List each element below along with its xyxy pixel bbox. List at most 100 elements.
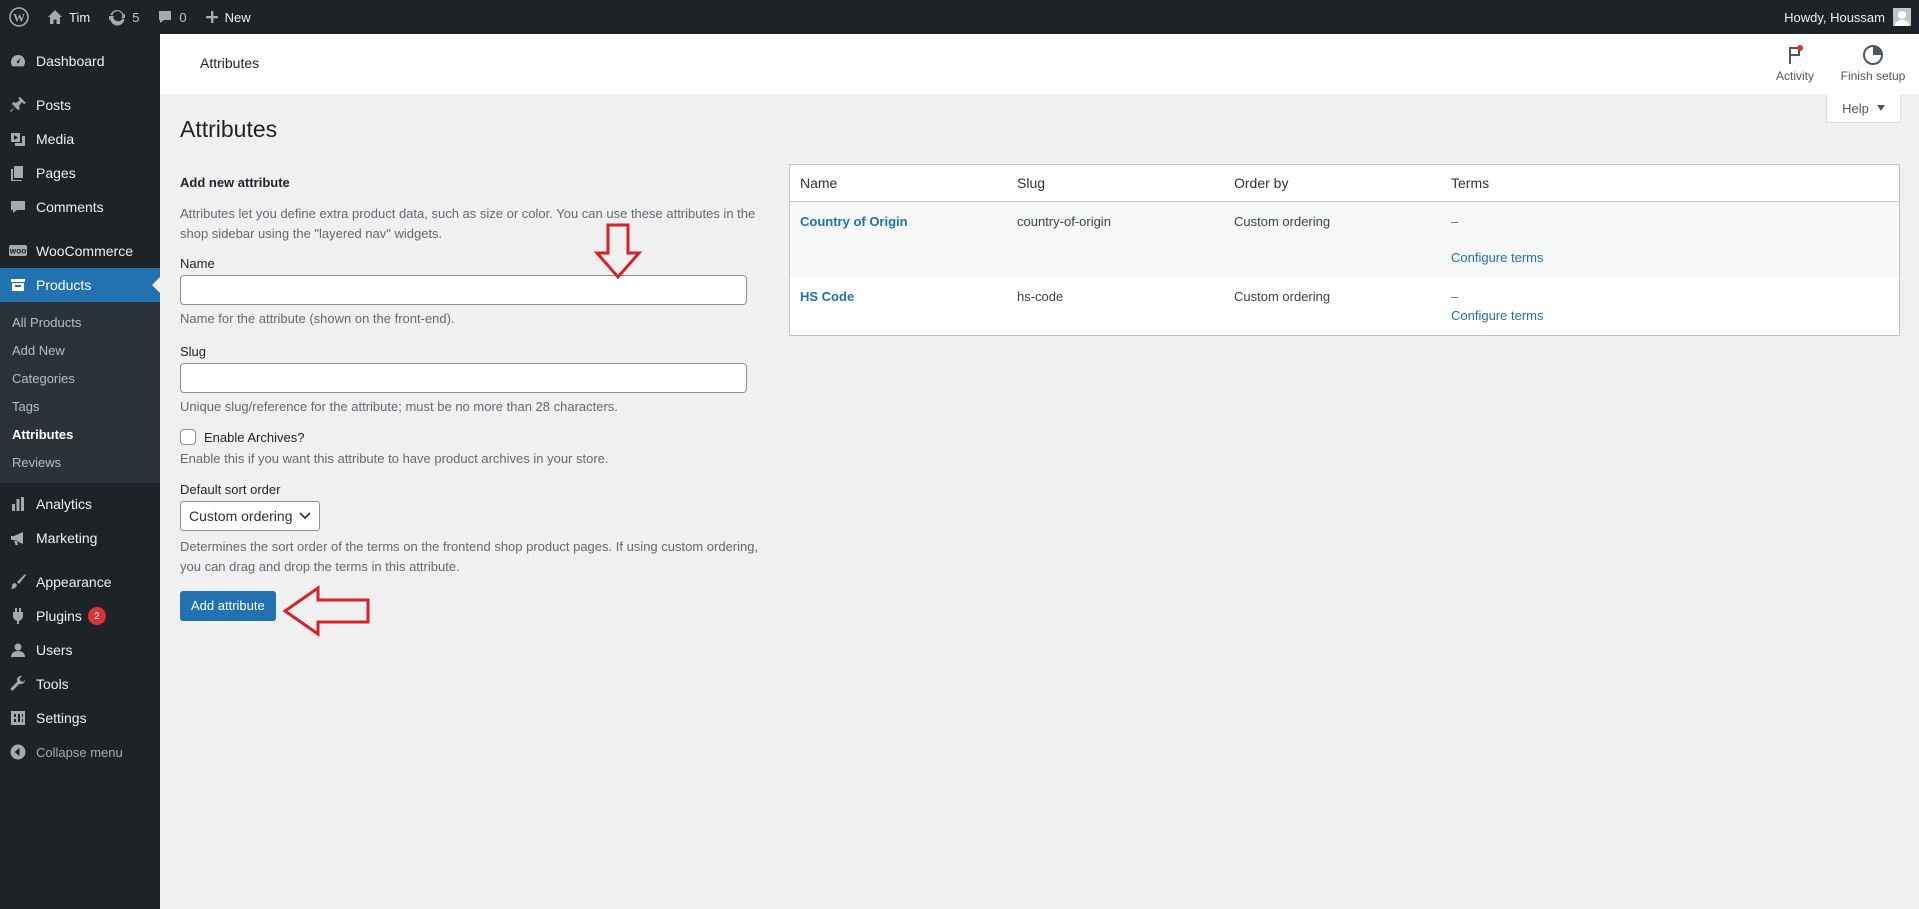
attribute-slug: hs-code: [1017, 289, 1064, 304]
name-label: Name: [180, 256, 215, 271]
plus-icon: [205, 10, 219, 24]
wordpress-logo-icon[interactable]: W: [0, 0, 38, 34]
menu-item-woocommerce[interactable]: WOO WooCommerce: [0, 234, 160, 268]
help-label: Help: [1842, 100, 1869, 116]
attributes-table: Name Slug Order by Terms Country of Orig…: [789, 164, 1900, 336]
user-icon: [8, 640, 28, 660]
new-content-link[interactable]: New: [196, 0, 260, 34]
annotation-left-arrow-icon: [282, 585, 370, 637]
site-name-link[interactable]: Tim: [38, 0, 99, 34]
greeting: Howdy, Houssam: [1784, 9, 1885, 25]
add-attribute-form: Add new attribute Attributes let you def…: [180, 175, 760, 621]
table-row: Country of Origin country-of-origin Cust…: [790, 202, 1899, 277]
menu-item-dashboard[interactable]: Dashboard: [0, 44, 160, 78]
activity-button[interactable]: Activity: [1760, 44, 1830, 83]
sort-order-label: Default sort order: [180, 482, 281, 497]
slug-description: Unique slug/reference for the attribute;…: [180, 399, 618, 414]
pages-icon: [8, 163, 28, 183]
finish-setup-label: Finish setup: [1840, 69, 1906, 83]
menu-item-posts[interactable]: Posts: [0, 88, 160, 122]
attribute-slug-input[interactable]: [180, 363, 747, 393]
name-description: Name for the attribute (shown on the fro…: [180, 311, 455, 326]
site-name: Tim: [69, 9, 91, 25]
chevron-down-icon: [299, 512, 311, 520]
menu-item-users[interactable]: Users: [0, 633, 160, 667]
menu-label: Plugins: [36, 608, 82, 624]
page-title: Attributes: [180, 116, 278, 142]
comments-link[interactable]: 0: [148, 0, 195, 34]
menu-label: Media: [36, 131, 75, 147]
finish-setup-button[interactable]: Finish setup: [1838, 44, 1908, 83]
annotation-down-arrow-icon: [593, 223, 643, 280]
updates-link[interactable]: 5: [99, 0, 148, 34]
column-header-name: Name: [800, 175, 838, 191]
sort-order-select[interactable]: Custom ordering: [180, 501, 320, 531]
collapse-menu-button[interactable]: Collapse menu: [0, 735, 160, 769]
attribute-name-link[interactable]: Country of Origin: [800, 214, 908, 229]
menu-item-pages[interactable]: Pages: [0, 156, 160, 190]
home-icon: [47, 9, 63, 25]
add-attribute-button[interactable]: Add attribute: [180, 591, 276, 621]
caret-down-icon: [1876, 105, 1885, 111]
submenu-reviews[interactable]: Reviews: [0, 449, 160, 477]
submenu-attributes[interactable]: Attributes: [0, 421, 160, 449]
plug-icon: [8, 606, 28, 626]
submenu-categories[interactable]: Categories: [0, 365, 160, 393]
menu-item-marketing[interactable]: Marketing: [0, 521, 160, 555]
menu-item-appearance[interactable]: Appearance: [0, 565, 160, 599]
slug-label: Slug: [180, 344, 207, 359]
submenu-tags[interactable]: Tags: [0, 393, 160, 421]
attribute-slug: country-of-origin: [1017, 214, 1111, 229]
configure-terms-link[interactable]: Configure terms: [1451, 308, 1899, 323]
form-section-title: Add new attribute: [180, 175, 290, 190]
menu-item-plugins[interactable]: Plugins 2: [0, 599, 160, 633]
submenu-all-products[interactable]: All Products: [0, 309, 160, 337]
comments-count: 0: [179, 9, 187, 25]
attribute-name-input[interactable]: [180, 275, 747, 305]
attribute-order-by: Custom ordering: [1234, 289, 1331, 304]
wrench-icon: [8, 674, 28, 694]
woo-icon: WOO: [8, 241, 28, 261]
pin-icon: [8, 95, 28, 115]
brush-icon: [8, 572, 28, 592]
chart-icon: [8, 494, 28, 514]
admin-sidebar: Dashboard Posts Media Pages Comments WOO…: [0, 34, 160, 909]
comment-icon: [8, 197, 28, 217]
svg-text:W: W: [13, 11, 25, 25]
attribute-terms: –: [1451, 289, 1459, 304]
attribute-name-link[interactable]: HS Code: [800, 289, 854, 304]
my-account-link[interactable]: Howdy, Houssam: [1784, 0, 1919, 34]
menu-label: WooCommerce: [36, 243, 133, 259]
header-title: Attributes: [200, 55, 260, 71]
enable-archives-row: Enable Archives?: [180, 429, 760, 445]
dashboard-icon: [8, 51, 28, 71]
products-submenu: All Products Add New Categories Tags Att…: [0, 302, 160, 483]
activity-label: Activity: [1775, 69, 1814, 83]
menu-item-tools[interactable]: Tools: [0, 667, 160, 701]
megaphone-icon: [8, 528, 28, 548]
menu-item-products[interactable]: Products: [0, 268, 160, 302]
menu-item-analytics[interactable]: Analytics: [0, 487, 160, 521]
updates-count: 5: [132, 9, 140, 25]
menu-label: Marketing: [36, 530, 98, 546]
configure-terms-link[interactable]: Configure terms: [1451, 250, 1899, 265]
flag-icon: [1760, 44, 1830, 66]
menu-label: Tools: [36, 676, 69, 692]
enable-archives-label[interactable]: Enable Archives?: [204, 430, 304, 445]
avatar: [1893, 8, 1911, 26]
menu-item-settings[interactable]: Settings: [0, 701, 160, 735]
table-row: HS Code hs-code Custom ordering – Config…: [790, 277, 1899, 335]
enable-archives-checkbox[interactable]: [180, 429, 196, 445]
submenu-add-new[interactable]: Add New: [0, 337, 160, 365]
menu-item-media[interactable]: Media: [0, 122, 160, 156]
new-label: New: [224, 9, 251, 25]
menu-label: Users: [36, 642, 73, 658]
column-header-order-by: Order by: [1234, 175, 1289, 191]
sort-order-description: Determines the sort order of the terms o…: [180, 539, 759, 574]
menu-item-comments[interactable]: Comments: [0, 190, 160, 224]
menu-label: Comments: [36, 199, 104, 215]
updates-icon: [108, 8, 126, 26]
archives-description: Enable this if you want this attribute t…: [180, 451, 609, 466]
form-intro: Attributes let you define extra product …: [180, 206, 756, 241]
help-tab-button[interactable]: Help: [1826, 94, 1901, 123]
